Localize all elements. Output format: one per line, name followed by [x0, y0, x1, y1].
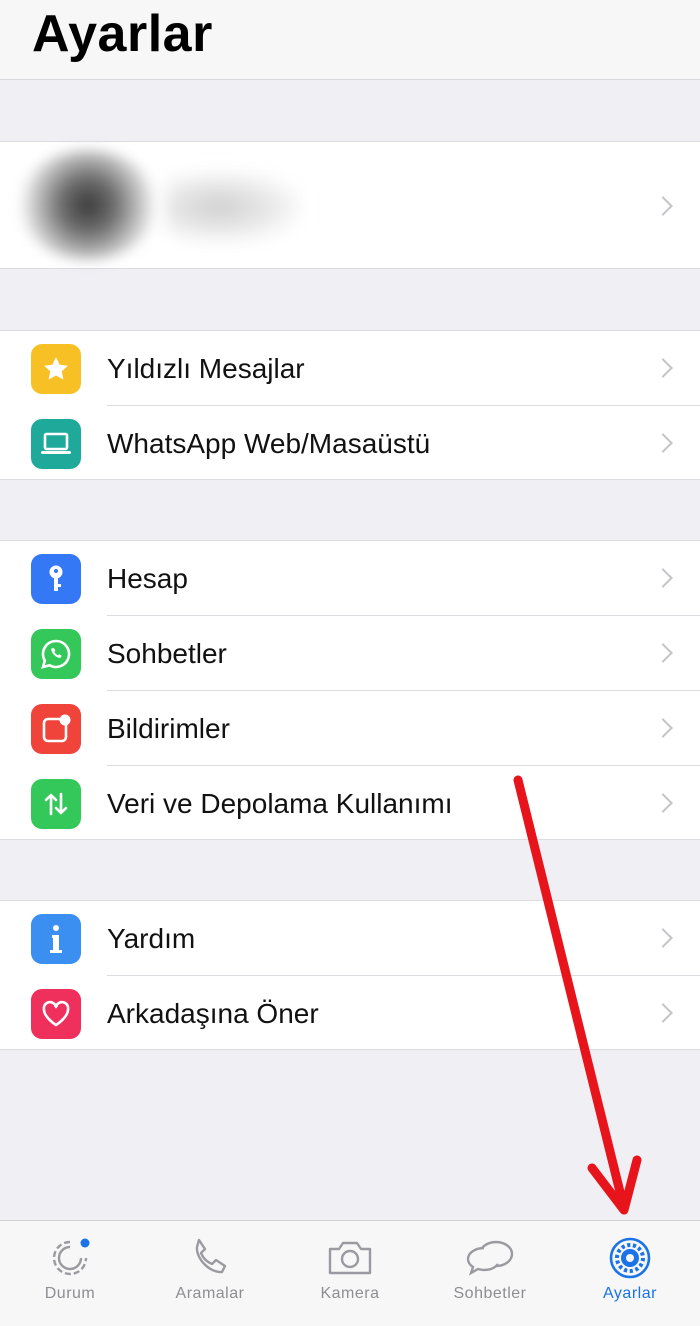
chevron-right-icon [653, 358, 673, 378]
invite-friend-label: Arkadaşına Öner [107, 998, 319, 1029]
profile-name-blurred [165, 172, 300, 242]
phone-icon [195, 1238, 227, 1274]
group-settings: Hesap Sohbetler Bildirimler Veri ve Depo… [0, 540, 700, 840]
gear-icon [609, 1237, 651, 1279]
chevron-right-icon [653, 433, 673, 453]
tab-camera[interactable]: Kamera [280, 1221, 420, 1326]
profile-row[interactable] [0, 141, 700, 269]
whatsapp-icon [31, 629, 81, 679]
chevron-right-icon [653, 1003, 673, 1023]
key-icon [31, 554, 81, 604]
header: Ayarlar [0, 0, 700, 80]
account-label: Hesap [107, 563, 188, 594]
starred-messages-label: Yıldızlı Mesajlar [107, 353, 305, 384]
chevron-right-icon [653, 793, 673, 813]
star-icon [31, 344, 81, 394]
account-row[interactable]: Hesap [0, 541, 700, 616]
tab-status[interactable]: Durum [0, 1221, 140, 1326]
chat-bubbles-icon [466, 1240, 514, 1276]
chats-row[interactable]: Sohbetler [0, 616, 700, 691]
help-row[interactable]: Yardım [0, 901, 700, 976]
notifications-row[interactable]: Bildirimler [0, 691, 700, 766]
invite-friend-row[interactable]: Arkadaşına Öner [0, 976, 700, 1051]
notification-icon [31, 704, 81, 754]
tab-calls[interactable]: Aramalar [140, 1221, 280, 1326]
notifications-label: Bildirimler [107, 713, 230, 744]
chevron-right-icon [653, 196, 673, 216]
tab-bar: Durum Aramalar Kamera Sohbetler Ayarlar [0, 1220, 700, 1326]
info-icon [31, 914, 81, 964]
tab-calls-label: Aramalar [175, 1285, 245, 1302]
whatsapp-web-row[interactable]: WhatsApp Web/Masaüstü [0, 406, 700, 481]
whatsapp-web-label: WhatsApp Web/Masaüstü [107, 428, 431, 459]
status-icon [52, 1238, 90, 1276]
help-label: Yardım [107, 923, 196, 954]
heart-icon [31, 989, 81, 1039]
avatar [18, 150, 158, 260]
group-help: Yardım Arkadaşına Öner [0, 900, 700, 1050]
tab-status-label: Durum [44, 1285, 96, 1302]
starred-messages-row[interactable]: Yıldızlı Mesajlar [0, 331, 700, 406]
page-title: Ayarlar [32, 5, 213, 63]
tab-camera-label: Kamera [320, 1285, 380, 1302]
data-storage-row[interactable]: Veri ve Depolama Kullanımı [0, 766, 700, 841]
chevron-right-icon [653, 568, 673, 588]
laptop-icon [31, 419, 81, 469]
chevron-right-icon [653, 718, 673, 738]
tab-chats-label: Sohbetler [453, 1285, 527, 1302]
chevron-right-icon [653, 928, 673, 948]
tab-chats[interactable]: Sohbetler [420, 1221, 560, 1326]
camera-icon [328, 1241, 372, 1275]
tab-settings[interactable]: Ayarlar [560, 1221, 700, 1326]
chats-label: Sohbetler [107, 638, 227, 669]
data-storage-label: Veri ve Depolama Kullanımı [107, 788, 453, 819]
group-starred-web: Yıldızlı Mesajlar WhatsApp Web/Masaüstü [0, 330, 700, 480]
tab-settings-label: Ayarlar [603, 1285, 657, 1302]
chevron-right-icon [653, 643, 673, 663]
data-transfer-icon [31, 779, 81, 829]
